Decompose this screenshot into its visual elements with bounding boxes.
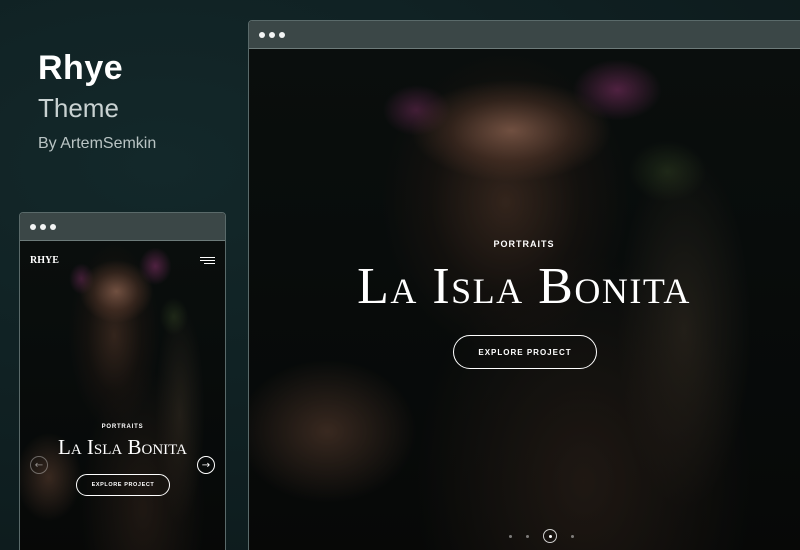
pagination-dot-active[interactable] xyxy=(543,529,557,543)
slider-pagination xyxy=(509,529,574,543)
arrow-left-icon[interactable]: ← xyxy=(30,456,48,474)
window-dot-icon xyxy=(40,223,46,230)
pagination-dot[interactable] xyxy=(571,534,574,538)
window-dot-icon xyxy=(50,223,56,230)
mobile-logo[interactable]: RHYE xyxy=(30,255,59,266)
pagination-dot[interactable] xyxy=(509,534,512,538)
pagination-dot[interactable] xyxy=(526,534,529,538)
branding: Rhye Theme By ArtemSemkin xyxy=(38,48,156,154)
mobile-explore-project-button[interactable]: EXPLORE PROJECT xyxy=(76,474,170,496)
brand-subtitle: Theme xyxy=(38,93,119,123)
desktop-hero: PORTRAITS La Isla Bonita EXPLORE PROJECT xyxy=(249,21,799,550)
hero-title: La Isla Bonita xyxy=(357,258,691,315)
mobile-hero-portrait-image xyxy=(20,241,225,550)
brand-author: By ArtemSemkin xyxy=(38,135,157,152)
mobile-titlebar xyxy=(20,213,225,241)
arrow-right-icon[interactable]: → xyxy=(197,456,215,474)
explore-project-button[interactable]: EXPLORE PROJECT xyxy=(453,335,597,369)
mobile-hero-category: PORTRAITS xyxy=(101,424,144,430)
window-dot-icon xyxy=(30,223,36,230)
mobile-navbar: RHYE xyxy=(30,253,215,267)
desktop-browser-window: PORTRAITS La Isla Bonita EXPLORE PROJECT xyxy=(248,20,800,550)
hero-category: PORTRAITS xyxy=(493,239,555,249)
brand-name: Rhye xyxy=(38,49,124,87)
mobile-browser-window: RHYE PORTRAITS La Isla Bonita ← → EXPLOR… xyxy=(19,212,226,550)
mobile-hero-title: La Isla Bonita xyxy=(58,435,187,459)
hamburger-menu-icon[interactable] xyxy=(200,256,215,264)
